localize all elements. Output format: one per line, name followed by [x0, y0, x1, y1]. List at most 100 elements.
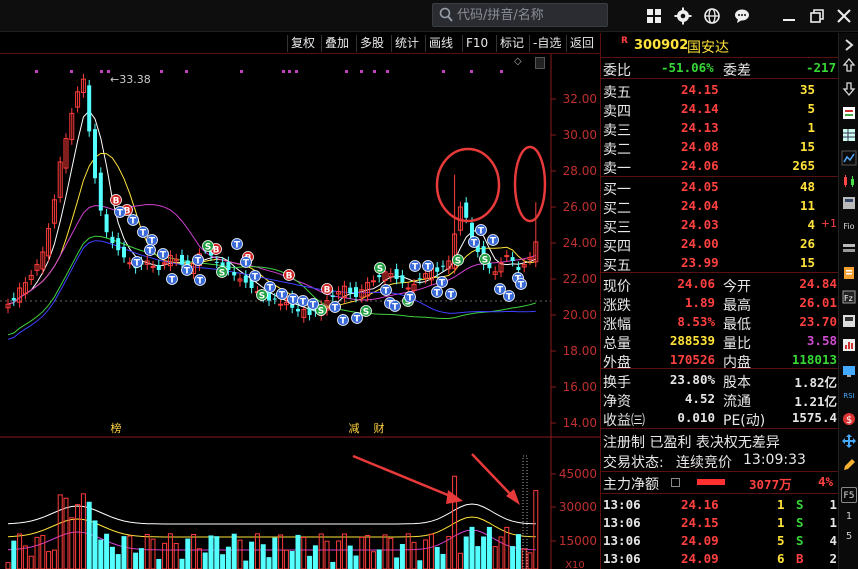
arrow-down-icon[interactable] [841, 81, 857, 97]
layers-icon[interactable] [841, 241, 857, 257]
toolbar-draw-button[interactable]: 画线 [425, 35, 456, 52]
bid-label: 买二 [603, 201, 631, 217]
flow-menu-icon[interactable] [671, 478, 680, 487]
ask-volume: 35 [799, 82, 815, 97]
bid-label: 买三 [603, 220, 631, 236]
gear-icon[interactable] [674, 7, 692, 25]
toolbar-fuquan-button[interactable]: 复权 [287, 35, 318, 52]
bid-row[interactable]: 买五 23.99 15 [601, 254, 839, 274]
collapse-icon[interactable] [841, 37, 857, 53]
period-5-button[interactable]: 5 [841, 529, 857, 545]
dollar-icon[interactable]: $ [841, 411, 857, 427]
pen-icon[interactable] [841, 457, 857, 473]
monitor-icon[interactable] [841, 363, 857, 379]
info-tags: 注册制 已盈利 表决权无差异 [603, 435, 780, 451]
candle-body [156, 265, 161, 270]
ask-row[interactable]: 卖五 24.15 35 [601, 81, 839, 101]
fio-icon[interactable]: Fio [841, 219, 857, 235]
annotation-arrow [471, 453, 515, 499]
restore-icon[interactable] [808, 7, 826, 25]
ask-volume: 265 [792, 158, 815, 173]
volume-bar [115, 554, 121, 569]
event-dot [470, 70, 473, 73]
bid-label: 买四 [603, 239, 631, 255]
tick-time: 13:06 [603, 515, 641, 530]
arrow-up-icon[interactable] [841, 57, 857, 73]
toolbar-back-button[interactable]: 返回 [566, 35, 597, 52]
volume-bar [533, 490, 539, 569]
toolbar-mark-button[interactable]: 标记 [496, 35, 527, 52]
chart-toolbar: 复权 叠加 多股 统计 画线 F10 标记 -自选 返回 [0, 33, 600, 54]
volume-bar [80, 493, 86, 569]
chart-settings-icon[interactable]: ◇ [514, 56, 522, 67]
volume-bar [40, 534, 46, 569]
multi-window-icon[interactable] [841, 195, 857, 211]
table-icon[interactable] [841, 127, 857, 143]
pane-icon[interactable] [841, 313, 857, 329]
quote-panel: R 300902 国安达 委比 -51.06% 委差 -217 卖五 24.15 3… [600, 33, 839, 569]
quote-label: 涨跌 [603, 298, 631, 314]
minimize-icon[interactable] [780, 7, 798, 25]
bid-price: 24.05 [681, 179, 719, 194]
volume-bar [475, 546, 481, 569]
toolbar-f10-button[interactable]: F10 [462, 35, 491, 52]
kline-icon[interactable] [841, 173, 857, 189]
quote-label: 最高 [723, 298, 751, 314]
signal-letter: T [300, 298, 307, 308]
toolbar-stats-button[interactable]: 统计 [391, 35, 422, 52]
volume-bar [191, 534, 197, 569]
toolbar-overlay-button[interactable]: 叠加 [321, 35, 352, 52]
ask-row[interactable]: 卖二 24.08 15 [601, 138, 839, 158]
bid-row[interactable]: 买一 24.05 48 [601, 178, 839, 198]
grid-icon[interactable] [645, 7, 663, 25]
chat-icon[interactable] [733, 7, 751, 25]
toolbar-watchlist-remove-button[interactable]: -自选 [529, 35, 564, 52]
volume-bar [11, 540, 17, 569]
doc-icon[interactable] [841, 265, 857, 281]
candle-body [93, 129, 97, 179]
rsi-icon[interactable]: RSI [841, 388, 857, 404]
candle-body [180, 254, 184, 265]
ask-row[interactable]: 卖一 24.06 265 [601, 157, 839, 177]
fz-icon[interactable]: Fz [841, 289, 857, 305]
candle-body [11, 297, 16, 301]
volume-bar [121, 536, 127, 569]
ask-row[interactable]: 卖四 24.14 5 [601, 100, 839, 120]
kline-chart[interactable]: BBBBBBSSSSSSSSSTTTTTTTTTTTTTTTTTTTTTTTTT… [0, 54, 600, 569]
t-signal-badge: T [487, 234, 499, 247]
period-1-button[interactable]: 1 [841, 509, 857, 525]
quote-label: 今开 [723, 279, 751, 295]
search-input[interactable] [457, 6, 603, 24]
f5-button[interactable]: F5 [841, 487, 857, 503]
weibi-row: 委比 -51.06% 委差 -217 [603, 60, 837, 79]
tick-side: B [796, 551, 804, 566]
toolbar-multi-stock-button[interactable]: 多股 [356, 35, 387, 52]
bid-volume: 11 [799, 198, 815, 213]
ask-row[interactable]: 卖三 24.13 1 [601, 119, 839, 139]
event-dot [160, 70, 163, 73]
search-icon[interactable] [439, 7, 453, 23]
bid-row[interactable]: 买二 24.04 11 [601, 197, 839, 217]
globe-icon[interactable] [703, 7, 721, 25]
chart-scroll-thumb[interactable] [535, 57, 545, 69]
ask-label: 卖四 [603, 104, 631, 120]
bid-row[interactable]: 买四 24.00 26 [601, 235, 839, 255]
stock-name: 国安达 [687, 40, 729, 56]
report-icon[interactable] [841, 105, 857, 121]
volume-bar [376, 549, 382, 569]
signal-letter: T [197, 277, 204, 287]
search-box[interactable] [432, 3, 608, 27]
candle-body [464, 202, 469, 218]
event-dot [373, 70, 376, 73]
move-icon[interactable] [841, 433, 857, 449]
volume-bar [492, 546, 498, 569]
event-dot [240, 70, 243, 73]
close-icon[interactable] [835, 7, 853, 25]
volume-bar [289, 550, 295, 569]
t-signal-badge: T [436, 276, 448, 289]
line-chart-icon[interactable] [841, 150, 857, 166]
chart-bars-icon[interactable] [841, 337, 857, 353]
bid-row[interactable]: 买三 24.03 4 +1 [601, 216, 839, 236]
tick-volume: 1 [777, 497, 785, 512]
kline-chart-svg[interactable]: BBBBBBSSSSSSSSSTTTTTTTTTTTTTTTTTTTTTTTTT… [0, 54, 600, 569]
